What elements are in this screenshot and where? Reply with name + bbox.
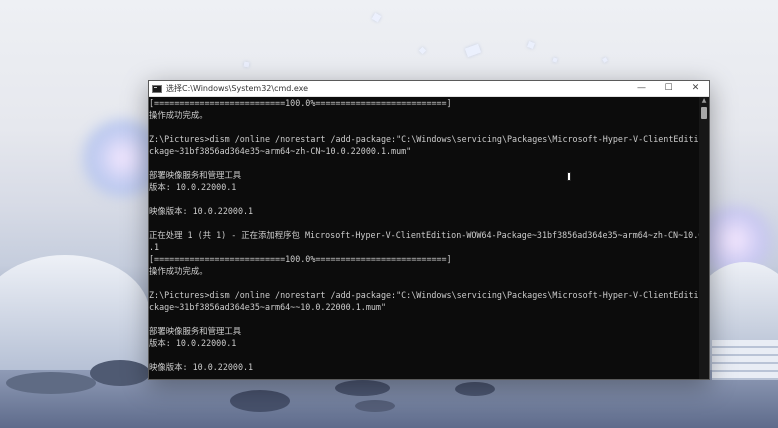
wallpaper-petal (527, 41, 535, 49)
console-line: 版本: 10.0.22000.1 (149, 182, 237, 192)
console-line: 操作成功完成。 (149, 266, 208, 276)
title-bar[interactable]: 选择C:\Windows\System32\cmd.exe — ☐ ✕ (149, 81, 709, 97)
minimize-button[interactable]: — (628, 81, 655, 96)
console-line: 部署映像服务和管理工具 (149, 170, 242, 180)
console-line: ckage~31bf3856ad364e35~arm64~zh-CN~10.0.… (149, 146, 412, 156)
scroll-up-arrow-icon[interactable]: ▲ (699, 97, 709, 105)
wallpaper-petal (552, 57, 558, 63)
close-button[interactable]: ✕ (682, 81, 709, 96)
wallpaper-rock (455, 382, 495, 396)
console-line: 正在处理 1 (共 1) - 正在添加程序包 Microsoft-Hyper-V… (149, 230, 699, 240)
console-line: 映像版本: 10.0.22000.1 (149, 362, 254, 372)
console-line: Z:\Pictures>dism /online /norestart /add… (149, 290, 699, 300)
wallpaper-steps (712, 340, 778, 380)
console-output[interactable]: [==========================100.0%=======… (149, 97, 699, 379)
text-cursor-icon (567, 172, 571, 181)
console-line: [==========================100.0%=======… (149, 98, 452, 108)
cmd-window[interactable]: 选择C:\Windows\System32\cmd.exe — ☐ ✕ [===… (148, 80, 710, 380)
maximize-button[interactable]: ☐ (655, 81, 682, 96)
console-app-icon (152, 84, 162, 93)
wallpaper-petal (371, 12, 382, 23)
wallpaper-petal (602, 57, 608, 63)
wallpaper-petal (418, 46, 427, 55)
vertical-scrollbar[interactable]: ▲ (699, 97, 709, 379)
console-line: 部署映像服务和管理工具 (149, 326, 242, 336)
scrollbar-thumb[interactable] (701, 107, 707, 119)
window-title: 选择C:\Windows\System32\cmd.exe (166, 83, 309, 93)
wallpaper-rock (6, 372, 96, 394)
console-line: 映像版本: 10.0.22000.1 (149, 206, 254, 216)
wallpaper-rock (230, 390, 290, 412)
wallpaper-rock (335, 380, 390, 396)
console-line: [==========================100.0%=======… (149, 254, 452, 264)
wallpaper-petal (243, 61, 250, 68)
console-line: ckage~31bf3856ad364e35~arm64~~10.0.22000… (149, 302, 386, 312)
console-line: Z:\Pictures>dism /online /norestart /add… (149, 134, 699, 144)
console-line: 操作成功完成。 (149, 110, 208, 120)
console-line: 版本: 10.0.22000.1 (149, 338, 237, 348)
console-line: .1 (149, 242, 160, 252)
wallpaper-rock (90, 360, 150, 386)
wallpaper-hill (0, 255, 150, 375)
wallpaper-rock (355, 400, 395, 412)
wallpaper-petal (464, 43, 482, 58)
